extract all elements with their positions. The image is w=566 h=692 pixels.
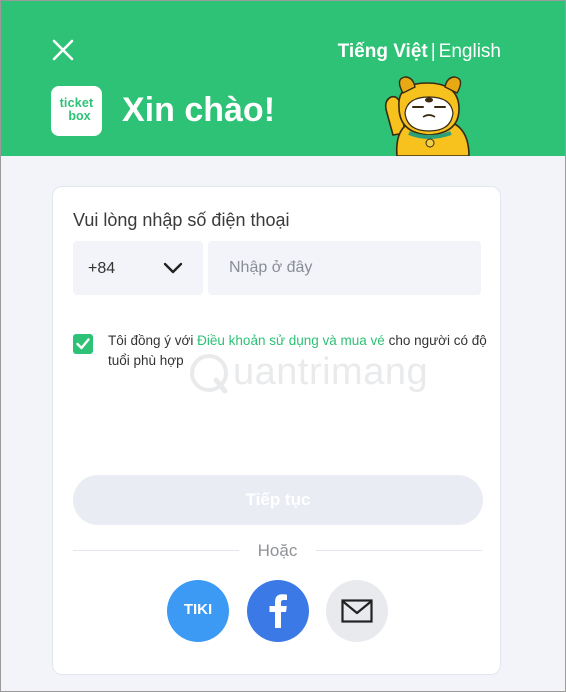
- header: Tiếng Việt | English ticket box Xin chào!: [1, 1, 565, 156]
- lang-vietnamese[interactable]: Tiếng Việt: [338, 41, 428, 62]
- language-switcher: Tiếng Việt | English: [338, 41, 501, 63]
- login-card: Vui lòng nhập số điện thoại +84 Tôi đồng…: [52, 186, 501, 675]
- check-icon: [76, 338, 90, 350]
- watermark: uantrimang: [183, 349, 473, 399]
- greeting-title: Xin chào!: [122, 91, 276, 129]
- close-icon: [52, 39, 74, 61]
- mail-icon: [341, 599, 373, 623]
- terms-prefix: Tôi đồng ý với: [108, 333, 198, 348]
- close-button[interactable]: [47, 34, 79, 66]
- email-login-button[interactable]: [326, 580, 388, 642]
- country-code-select[interactable]: +84: [73, 241, 203, 295]
- chevron-down-icon: [163, 262, 183, 274]
- or-label: Hoặc: [257, 541, 298, 560]
- terms-checkbox[interactable]: [73, 334, 93, 354]
- lang-english[interactable]: English: [439, 41, 501, 62]
- tiki-label: TIKI: [183, 601, 213, 618]
- facebook-login-button[interactable]: [247, 580, 309, 642]
- watermark-text: uantrimang: [233, 351, 429, 393]
- watermark-logo-icon: [190, 354, 228, 394]
- country-code-value: +84: [88, 260, 116, 277]
- dog-mascot-icon: [384, 76, 470, 156]
- tiki-login-button[interactable]: TIKI: [167, 580, 229, 642]
- divider-right: [316, 550, 482, 551]
- logo-text-box: box: [68, 109, 91, 123]
- terms-link[interactable]: Điều khoản sử dụng và mua vé: [197, 333, 385, 348]
- phone-label: Vui lòng nhập số điện thoại: [73, 210, 290, 230]
- phone-input[interactable]: [208, 241, 481, 295]
- facebook-icon: [269, 594, 287, 628]
- login-dialog: Tiếng Việt | English ticket box Xin chào!: [0, 0, 566, 692]
- lang-separator: |: [430, 41, 436, 62]
- ticketbox-logo: ticket box: [51, 86, 102, 136]
- continue-button[interactable]: Tiếp tục: [73, 475, 483, 525]
